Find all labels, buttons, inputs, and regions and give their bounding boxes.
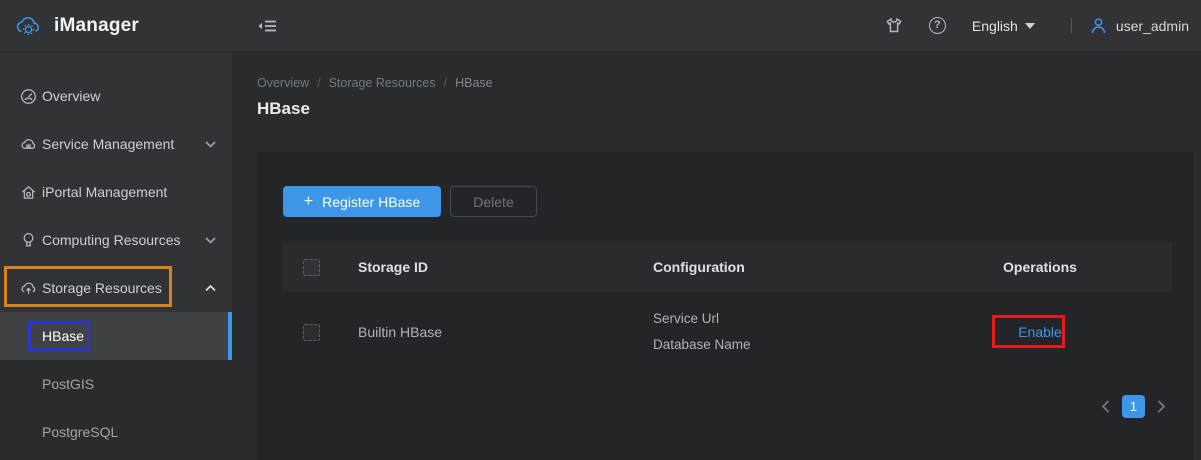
sidebar-item-label: iPortal Management [42,184,167,200]
operations-cell: Enable [908,324,1172,340]
breadcrumb-overview[interactable]: Overview [257,76,309,90]
balloon-icon [20,232,37,249]
content-panel: + Register HBase Delete Storage ID Confi… [257,152,1194,460]
sidebar-item-iportal-management[interactable]: iPortal Management [0,168,232,216]
top-bar-right-cluster: ? English user_admin [885,17,1189,35]
register-hbase-button[interactable]: + Register HBase [283,186,441,217]
help-glyph: ? [929,17,946,34]
storage-resources-submenu: HBase PostGIS PostgreSQL [0,312,232,460]
language-label: English [972,18,1018,34]
collapse-sidebar-icon[interactable] [257,17,277,35]
breadcrumb-current: HBase [455,76,493,90]
submenu-item-label: HBase [42,328,84,344]
chevron-down-icon [205,141,216,148]
language-selector[interactable]: English [972,18,1035,34]
sidebar-item-storage-resources[interactable]: Storage Resources [0,264,232,312]
table-header-row: Storage ID Configuration Operations [283,242,1172,292]
sidebar-item-label: Service Management [42,136,174,152]
column-header-configuration: Configuration [653,259,908,275]
breadcrumb-separator: / [444,76,447,90]
sidebar-item-label: Computing Resources [42,232,181,248]
sidebar-nav: Overview Service Management [0,52,232,460]
chevron-down-icon [205,237,216,244]
plus-icon: + [304,194,313,210]
configuration-service-url-label: Service Url [653,306,908,332]
sidebar-item-label: Overview [42,88,100,104]
column-header-storage-id: Storage ID [358,259,653,275]
gauge-icon [20,88,37,105]
home-icon [20,184,37,201]
sidebar-item-service-management[interactable]: Service Management [0,120,232,168]
sidebar-item-postgis[interactable]: PostGIS [0,360,232,408]
table-row: Builtin HBase Service Url Database Name … [283,292,1172,372]
storage-id-cell: Builtin HBase [358,324,653,340]
configuration-cell: Service Url Database Name [653,306,908,358]
sidebar-item-computing-resources[interactable]: Computing Resources [0,216,232,264]
sidebar-item-overview[interactable]: Overview [0,72,232,120]
help-icon[interactable]: ? [929,17,946,34]
page-title: HBase [257,99,310,119]
row-checkbox[interactable] [303,324,320,341]
sidebar-menu: Overview Service Management [0,52,232,312]
sidebar-item-label: Storage Resources [42,280,162,296]
submenu-item-label: PostGIS [42,376,94,392]
theme-shirt-icon[interactable] [885,17,903,34]
header-checkbox-cell [283,259,358,276]
enable-link[interactable]: Enable [1018,324,1062,340]
top-bar-main: ? English user_admin [232,0,1201,51]
next-page-icon[interactable] [1157,400,1166,413]
user-menu[interactable]: user_admin [1090,17,1189,35]
row-checkbox-cell [283,324,358,341]
breadcrumb: Overview / Storage Resources / HBase [257,76,493,90]
logo-area: iManager [0,0,232,51]
username: user_admin [1116,18,1189,34]
select-all-checkbox[interactable] [303,259,320,276]
submenu-item-label: PostgreSQL [42,424,118,440]
page-number-button[interactable]: 1 [1122,395,1145,418]
configuration-database-name-label: Database Name [653,332,908,358]
delete-button[interactable]: Delete [450,186,537,217]
cloud-upload-icon [20,280,37,297]
pagination: 1 [1101,395,1166,418]
register-hbase-label: Register HBase [322,194,420,210]
column-header-operations: Operations [908,259,1172,275]
breadcrumb-separator: / [317,76,320,90]
cloud-service-icon [20,136,37,153]
chevron-up-icon [205,285,216,292]
breadcrumb-storage-resources[interactable]: Storage Resources [329,76,436,90]
user-icon [1090,17,1107,35]
storage-table: Storage ID Configuration Operations Buil… [283,242,1172,372]
chevron-down-icon [1025,23,1035,29]
sidebar-item-postgresql[interactable]: PostgreSQL [0,408,232,456]
imanager-app-window: iManager ? English [0,0,1201,460]
app-title: iManager [54,15,139,37]
main-content: Overview / Storage Resources / HBase HBa… [232,52,1201,460]
sidebar-item-hbase[interactable]: HBase [0,312,232,360]
cloud-gear-logo-icon [15,15,42,37]
prev-page-icon[interactable] [1101,400,1110,413]
top-bar: iManager ? English [0,0,1201,52]
topbar-divider [1071,18,1072,33]
